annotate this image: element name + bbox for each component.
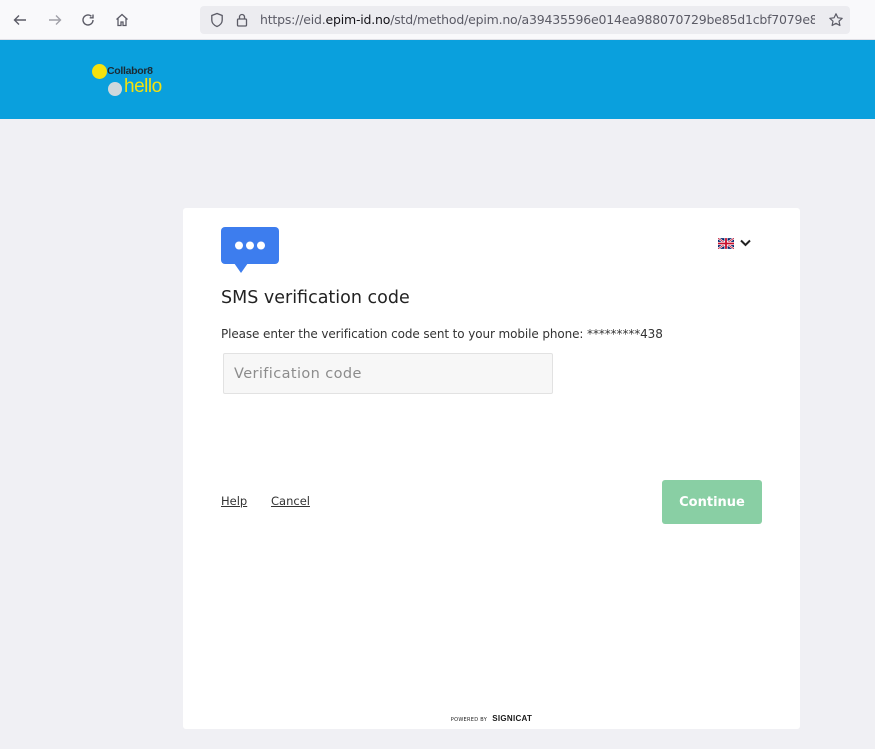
chevron-down-icon <box>740 239 751 247</box>
logo-grey-dot <box>108 82 122 96</box>
verification-card: SMS verification code Please enter the v… <box>183 208 800 729</box>
page-title: SMS verification code <box>221 288 410 308</box>
cancel-link[interactable]: Cancel <box>271 494 310 508</box>
url-path: /std/method/epim.no/a39435596e014ea98807… <box>390 12 815 27</box>
url-prefix: https://eid. <box>260 12 326 27</box>
lock-icon[interactable] <box>234 12 250 28</box>
back-arrow-icon[interactable] <box>8 8 32 32</box>
powered-by-signicat: POWERED BY SIGNICAT <box>183 706 800 725</box>
home-icon[interactable] <box>110 8 134 32</box>
collabor8-hello-logo: Collabor8 hello <box>92 63 182 99</box>
sms-chat-bubble-icon <box>221 227 279 273</box>
url-domain: epim-id.no <box>325 12 391 27</box>
language-selector[interactable] <box>718 235 763 251</box>
help-link[interactable]: Help <box>221 494 247 508</box>
verification-code-input[interactable] <box>223 353 553 394</box>
logo-text-hello: hello <box>124 76 162 97</box>
shield-icon[interactable] <box>209 12 225 28</box>
reload-icon[interactable] <box>76 8 100 32</box>
browser-toolbar: https://eid.epim-id.no/std/method/epim.n… <box>0 0 875 40</box>
instruction-text: Please enter the verification code sent … <box>221 327 663 341</box>
url-text: https://eid.epim-id.no/std/method/epim.n… <box>260 12 815 27</box>
address-bar[interactable]: https://eid.epim-id.no/std/method/epim.n… <box>200 6 850 34</box>
continue-button[interactable]: Continue <box>662 480 762 524</box>
logo-yellow-dot <box>92 64 107 79</box>
forward-arrow-icon[interactable] <box>43 8 67 32</box>
signicat-logo: SIGNICAT <box>492 714 533 723</box>
bookmark-star-icon[interactable] <box>828 12 844 28</box>
site-header: Collabor8 hello <box>0 40 875 119</box>
uk-flag-icon <box>718 237 734 249</box>
powered-by-label: POWERED BY <box>450 717 488 723</box>
